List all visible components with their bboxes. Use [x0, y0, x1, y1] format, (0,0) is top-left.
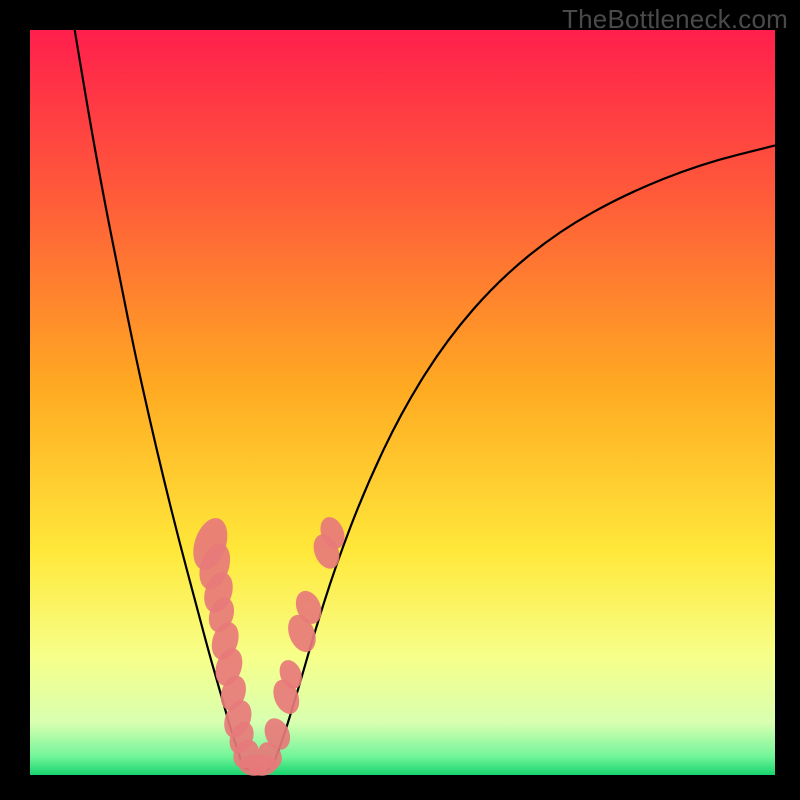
curve-right-branch	[272, 145, 775, 767]
watermark-text: TheBottleneck.com	[562, 4, 788, 35]
chart-frame: TheBottleneck.com	[0, 0, 800, 800]
data-markers	[187, 513, 349, 777]
chart-svg	[30, 30, 775, 775]
